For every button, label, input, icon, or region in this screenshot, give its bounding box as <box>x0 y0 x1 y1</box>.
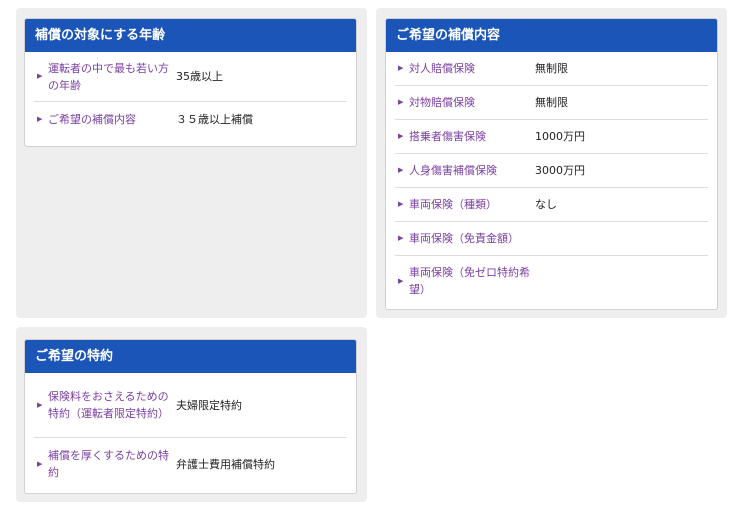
triangle-right-icon: ▶ <box>398 200 404 208</box>
table-row: ▶ 対物賠償保険 無制限 <box>395 86 708 120</box>
row-label: ▶ 車両保険（免責金額） <box>395 230 535 247</box>
panel-age-title: 補償の対象にする年齢 <box>25 19 356 52</box>
triangle-right-icon: ▶ <box>37 114 43 123</box>
row-label: ▶ 搭乗者傷害保険 <box>395 128 535 145</box>
panel-age-container: 補償の対象にする年齢 ▶ 運転者の中で最も若い方の年齢 35歳以上 ▶ ご希望の… <box>16 8 367 318</box>
panel-special-card: ご希望の特約 ▶ 保険料をおさえるための特約（運転者限定特約） 夫婦限定特約 ▶… <box>24 339 357 494</box>
row-label-text: 車両保険（免ゼロ特約希望） <box>409 266 530 296</box>
row-value: 1000万円 <box>535 130 585 143</box>
row-value: 35歳以上 <box>176 70 223 83</box>
row-label: ▶ ご希望の補償内容 <box>34 111 176 128</box>
triangle-right-icon: ▶ <box>37 400 43 409</box>
triangle-right-icon: ▶ <box>37 459 43 468</box>
panel-coverage-card: ご希望の補償内容 ▶ 対人賠償保険 無制限 ▶ 対物賠償保険 無制限 ▶ 搭乗者… <box>385 18 718 310</box>
row-label-text: 保険料をおさえるための特約（運転者限定特約） <box>48 390 169 420</box>
table-row: ▶ 車両保険（免責金額） <box>395 222 708 256</box>
panel-special-container: ご希望の特約 ▶ 保険料をおさえるための特約（運転者限定特約） 夫婦限定特約 ▶… <box>16 327 367 502</box>
row-label: ▶ 保険料をおさえるための特約（運転者限定特約） <box>34 388 176 422</box>
triangle-right-icon: ▶ <box>398 64 404 72</box>
table-row: ▶ 対人賠償保険 無制限 <box>395 52 708 86</box>
row-label: ▶ 車両保険（免ゼロ特約希望） <box>395 264 535 298</box>
table-row: ▶ 車両保険（免ゼロ特約希望） <box>395 256 708 306</box>
triangle-right-icon: ▶ <box>37 72 43 80</box>
panel-age-card: 補償の対象にする年齢 ▶ 運転者の中で最も若い方の年齢 35歳以上 ▶ ご希望の… <box>24 18 357 147</box>
row-value: なし <box>535 198 557 211</box>
row-label: ▶ 対人賠償保険 <box>395 60 535 77</box>
row-value: 3000万円 <box>535 164 585 177</box>
panel-special-title: ご希望の特約 <box>25 340 356 373</box>
row-label-text: ご希望の補償内容 <box>48 112 136 126</box>
table-row: ▶ 人身傷害補償保険 3000万円 <box>395 154 708 188</box>
panel-age-rows: ▶ 運転者の中で最も若い方の年齢 35歳以上 ▶ ご希望の補償内容 ３５歳以上補… <box>25 52 356 136</box>
table-row: ▶ 搭乗者傷害保険 1000万円 <box>395 120 708 154</box>
panel-coverage-title: ご希望の補償内容 <box>386 19 717 52</box>
table-row: ▶ 運転者の中で最も若い方の年齢 35歳以上 <box>34 52 347 102</box>
row-label-text: 人身傷害補償保険 <box>409 164 497 177</box>
row-label: ▶ 人身傷害補償保険 <box>395 162 535 179</box>
row-label-text: 運転者の中で最も若い方の年齢 <box>48 61 169 92</box>
row-label: ▶ 補償を厚くするための特約 <box>34 447 176 481</box>
row-value: 弁護士費用補償特約 <box>176 457 275 471</box>
row-label: ▶ 対物賠償保険 <box>395 94 535 111</box>
row-label-text: 対物賠償保険 <box>409 96 475 109</box>
triangle-right-icon: ▶ <box>398 276 404 285</box>
row-label-text: 搭乗者傷害保険 <box>409 130 486 143</box>
panel-coverage-container: ご希望の補償内容 ▶ 対人賠償保険 無制限 ▶ 対物賠償保険 無制限 ▶ 搭乗者… <box>376 8 727 318</box>
row-value: ３５歳以上補償 <box>176 112 253 126</box>
row-label-text: 補償を厚くするための特約 <box>48 449 169 479</box>
row-value: 無制限 <box>535 96 568 109</box>
row-label: ▶ 運転者の中で最も若い方の年齢 <box>34 60 176 94</box>
table-row: ▶ 車両保険（種類） なし <box>395 188 708 222</box>
row-value: 無制限 <box>535 62 568 75</box>
row-label-text: 車両保険（免責金額） <box>409 232 519 245</box>
triangle-right-icon: ▶ <box>398 234 404 242</box>
row-value: 夫婦限定特約 <box>176 398 242 412</box>
table-row: ▶ 補償を厚くするための特約 弁護士費用補償特約 <box>34 438 347 490</box>
panel-special-rows: ▶ 保険料をおさえるための特約（運転者限定特約） 夫婦限定特約 ▶ 補償を厚くす… <box>25 373 356 490</box>
row-label-text: 対人賠償保険 <box>409 62 475 75</box>
triangle-right-icon: ▶ <box>398 166 404 174</box>
row-label-text: 車両保険（種類） <box>409 198 497 211</box>
triangle-right-icon: ▶ <box>398 132 404 140</box>
row-label: ▶ 車両保険（種類） <box>395 196 535 213</box>
table-row: ▶ ご希望の補償内容 ３５歳以上補償 <box>34 102 347 136</box>
table-row: ▶ 保険料をおさえるための特約（運転者限定特約） 夫婦限定特約 <box>34 373 347 438</box>
panel-coverage-rows: ▶ 対人賠償保険 無制限 ▶ 対物賠償保険 無制限 ▶ 搭乗者傷害保険 1000… <box>386 52 717 306</box>
triangle-right-icon: ▶ <box>398 98 404 106</box>
